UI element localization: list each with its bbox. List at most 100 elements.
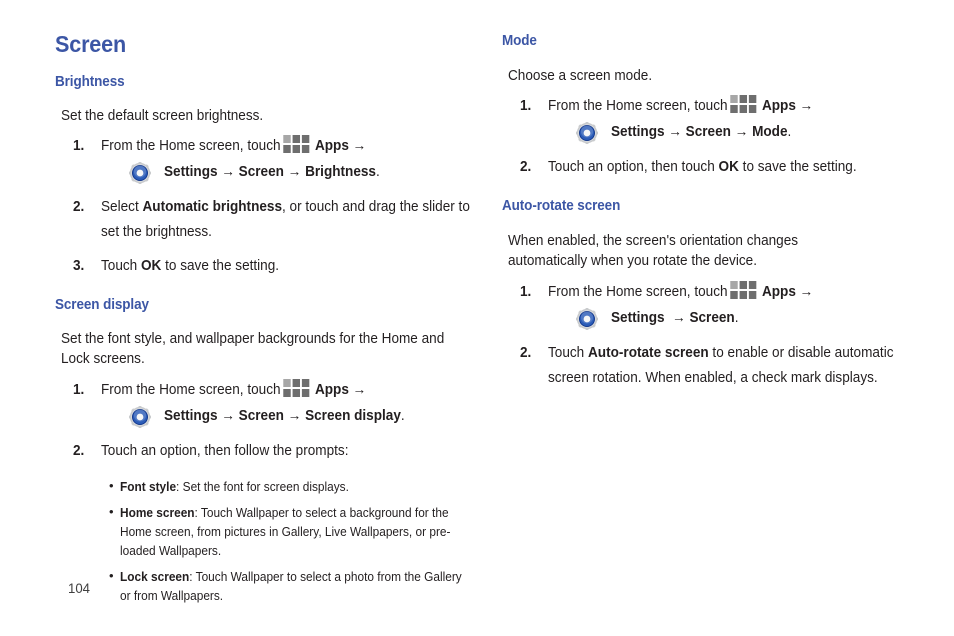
path-screen-display: Screen display — [305, 408, 401, 425]
step-text-prefix: Touch — [101, 258, 141, 275]
bullet-term: Font style — [120, 479, 177, 495]
list-item: Font style: Set the font for screen disp… — [109, 476, 475, 496]
list-item: Home screen: Touch Wallpaper to select a… — [109, 502, 475, 560]
step-text-prefix: Touch an option, then touch — [548, 158, 719, 175]
step-text-prefix: From the Home screen, touch — [101, 138, 281, 155]
list-item: Lock screen: Touch Wallpaper to select a… — [109, 566, 475, 605]
right-column: Mode Choose a screen mode. 1. From the H… — [502, 33, 922, 391]
apps-grid-icon[interactable] — [730, 280, 757, 300]
arrow-icon: → — [668, 123, 682, 140]
step-text: From the Home screen, touch Apps → — [548, 280, 922, 305]
brightness-step-1-line2: Settings → Screen → Brightness. — [101, 159, 475, 186]
path-screen: Screen — [689, 309, 735, 326]
path-screen: Screen — [238, 408, 284, 425]
apps-label: Apps — [314, 382, 349, 399]
page-title: Screen — [55, 31, 126, 57]
step-text: Touch an option, then follow the prompts… — [101, 443, 349, 460]
screen-display-step-1: 1. From the Home screen, touch Apps → Se… — [55, 378, 475, 430]
arrow-icon: → — [672, 309, 686, 326]
period: . — [734, 309, 739, 326]
period: . — [787, 123, 792, 140]
step-text: From the Home screen, touch Apps → — [548, 94, 922, 119]
settings-gear-icon[interactable] — [576, 307, 598, 330]
mode-step-1-line2: Settings → Screen → Mode. — [548, 119, 922, 146]
auto-rotate-step-2: 2. Touch Auto-rotate screen to enable or… — [502, 341, 922, 391]
section-heading-screen-display: Screen display — [55, 297, 149, 314]
step-text-bold: OK — [718, 158, 739, 175]
path-screen: Screen — [685, 123, 731, 140]
apps-grid-icon[interactable] — [730, 94, 757, 114]
apps-label: Apps — [761, 97, 796, 114]
step-text: From the Home screen, touch Apps → — [101, 378, 475, 403]
brightness-step-2: 2. Select Automatic brightness, or touch… — [55, 195, 475, 245]
step-number: 2. — [520, 344, 532, 361]
step-text-prefix: Touch — [548, 344, 588, 361]
step-text-prefix: From the Home screen, touch — [101, 382, 281, 399]
settings-gear-icon[interactable] — [576, 121, 598, 144]
arrow-icon: → — [799, 283, 814, 300]
settings-label: Settings — [611, 309, 665, 326]
bullet-term: Home screen — [120, 505, 195, 521]
step-number: 1. — [520, 97, 532, 114]
settings-label: Settings — [611, 123, 665, 140]
step-text-prefix: From the Home screen, touch — [548, 283, 728, 300]
step-number: 3. — [73, 258, 85, 275]
step-text: Touch an option, then touch OK to save t… — [548, 155, 922, 180]
settings-label: Settings — [164, 408, 218, 425]
mode-step-2: 2. Touch an option, then touch OK to sav… — [502, 155, 922, 180]
section-heading-brightness: Brightness — [55, 74, 125, 91]
arrow-icon: → — [287, 408, 302, 425]
step-text-bold: Automatic brightness — [142, 199, 283, 216]
page-number: 104 — [68, 580, 90, 596]
path-screen: Screen — [238, 164, 284, 181]
brightness-step-1: 1. From the Home screen, touch Apps → Se… — [55, 134, 475, 186]
settings-label: Settings — [164, 164, 218, 181]
apps-grid-icon[interactable] — [283, 135, 310, 154]
step-text-suffix: to save the setting. — [738, 158, 857, 175]
mode-step-1: 1. From the Home screen, touch Apps → Se… — [502, 94, 922, 146]
step-text: Touch Auto-rotate screen to enable or di… — [548, 341, 910, 391]
step-text-bold: OK — [140, 258, 162, 275]
arrow-icon: → — [799, 97, 814, 114]
auto-rotate-step-1-line2: Settings → Screen. — [548, 305, 922, 332]
brightness-intro: Set the default screen brightness. — [61, 108, 264, 125]
step-text-bold: Auto-rotate screen — [587, 344, 709, 361]
path-brightness: Brightness — [305, 164, 376, 181]
auto-rotate-step-1: 1. From the Home screen, touch Apps → Se… — [502, 280, 922, 332]
step-text: From the Home screen, touch Apps → — [101, 134, 475, 159]
arrow-icon: → — [221, 164, 235, 181]
brightness-step-3: 3. Touch OK to save the setting. — [55, 254, 475, 279]
bullet-term: Lock screen — [120, 569, 190, 585]
apps-grid-icon[interactable] — [283, 379, 310, 398]
apps-label: Apps — [761, 283, 796, 300]
mode-intro: Choose a screen mode. — [508, 67, 653, 84]
arrow-icon: → — [352, 138, 367, 155]
period: . — [400, 408, 405, 425]
bullet-desc: : Set the font for screen displays. — [176, 479, 349, 495]
step-text: Touch OK to save the setting. — [101, 254, 475, 279]
screen-display-intro: Set the font style, and wallpaper backgr… — [61, 331, 445, 368]
arrow-icon: → — [221, 408, 235, 425]
step-text-prefix: Select — [101, 199, 143, 216]
step-number: 1. — [73, 382, 85, 399]
path-mode: Mode — [752, 123, 788, 140]
settings-gear-icon[interactable] — [129, 406, 151, 429]
step-text-prefix: From the Home screen, touch — [548, 97, 728, 114]
section-heading-auto-rotate: Auto-rotate screen — [502, 197, 621, 214]
left-column: Screen Brightness Set the default screen… — [55, 32, 475, 612]
period: . — [375, 164, 380, 181]
auto-rotate-intro: When enabled, the screen's orientation c… — [508, 232, 799, 269]
screen-display-step-1-line2: Settings → Screen → Screen display. — [101, 403, 475, 430]
arrow-icon: → — [352, 382, 367, 399]
settings-gear-icon[interactable] — [129, 162, 151, 185]
section-heading-mode: Mode — [502, 33, 537, 49]
step-number: 1. — [73, 138, 85, 155]
step-text-suffix: to save the setting. — [161, 258, 280, 275]
step-number: 2. — [73, 443, 85, 460]
step-number: 1. — [520, 283, 532, 300]
arrow-icon: → — [287, 164, 302, 181]
step-number: 2. — [73, 199, 85, 216]
step-number: 2. — [520, 158, 532, 175]
step-text: Select Automatic brightness, or touch an… — [101, 195, 475, 245]
manual-page: Screen Brightness Set the default screen… — [0, 0, 954, 636]
